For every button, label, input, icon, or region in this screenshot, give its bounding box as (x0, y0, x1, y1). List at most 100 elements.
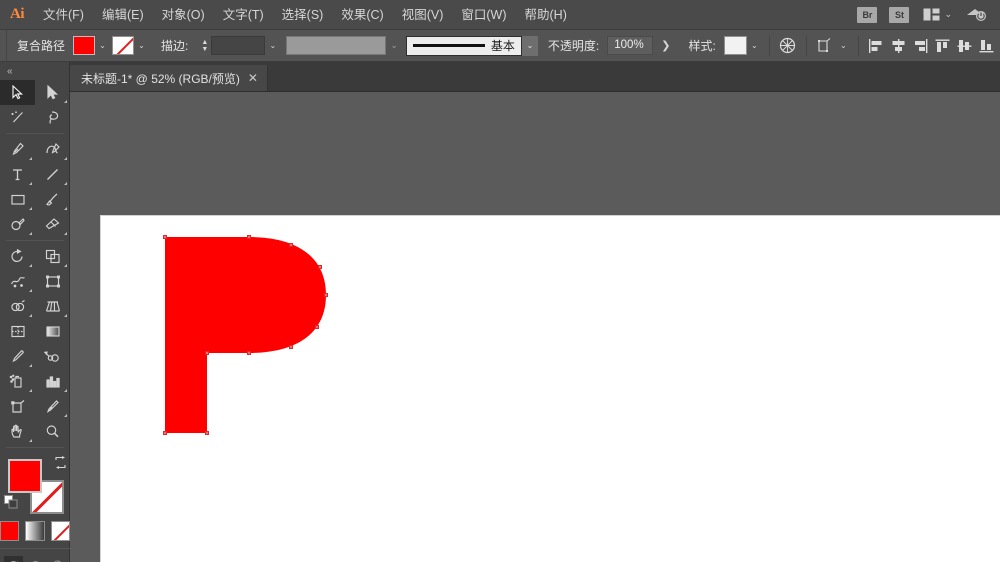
brush-dropdown-chevron-icon[interactable]: ⌄ (522, 36, 538, 56)
anchor-point[interactable] (247, 351, 251, 355)
pen-tool[interactable] (0, 137, 35, 162)
gradient-button[interactable] (25, 521, 44, 541)
shape-builder-tool[interactable] (0, 294, 35, 319)
anchor-point[interactable] (247, 235, 251, 239)
anchor-point[interactable] (289, 345, 293, 349)
selection-tool[interactable] (0, 80, 35, 105)
bridge-button[interactable]: Br (857, 7, 877, 23)
opacity-input[interactable]: 100% (607, 36, 653, 55)
stroke-dropdown-chevron-icon[interactable]: ⌄ (134, 36, 149, 55)
mesh-tool[interactable] (0, 319, 35, 344)
anchor-point[interactable] (163, 431, 167, 435)
letter-p-artwork[interactable] (163, 235, 343, 445)
menu-file[interactable]: 文件(F) (34, 0, 93, 30)
magic-wand-tool[interactable] (0, 105, 35, 130)
recolor-artwork-icon[interactable] (777, 34, 799, 58)
style-dropdown-chevron-icon[interactable]: ⌄ (747, 36, 762, 55)
width-tool[interactable] (0, 269, 35, 294)
line-segment-tool[interactable] (35, 162, 70, 187)
control-bar-divider-3 (858, 36, 859, 56)
column-graph-tool[interactable] (35, 369, 70, 394)
variable-width-chevron-icon[interactable]: ⌄ (390, 40, 398, 51)
align-vertical-center-icon[interactable] (954, 34, 976, 58)
artboard-tool[interactable] (0, 394, 35, 419)
scale-tool[interactable] (35, 244, 70, 269)
align-top-icon[interactable] (932, 34, 954, 58)
toolbar-fill-swatch[interactable] (8, 459, 42, 493)
menu-effect[interactable]: 效果(C) (332, 0, 392, 30)
graphic-style-swatch[interactable] (724, 36, 747, 55)
fill-dropdown-chevron-icon[interactable]: ⌄ (95, 36, 110, 55)
perspective-grid-tool[interactable] (35, 294, 70, 319)
variable-width-profile-dropdown[interactable] (286, 36, 386, 55)
stroke-weight-input[interactable] (211, 36, 265, 55)
swap-fill-stroke-icon[interactable] (54, 456, 67, 474)
menu-bar-right-tools: Br St ⌄ (851, 6, 1000, 23)
canvas-area[interactable] (70, 92, 1000, 562)
transform-chevron-icon[interactable]: ⌄ (836, 36, 851, 55)
rotate-tool[interactable] (0, 244, 35, 269)
anchor-point[interactable] (205, 431, 209, 435)
gradient-tool[interactable] (35, 319, 70, 344)
eraser-tool[interactable] (35, 212, 70, 237)
slice-tool[interactable] (35, 394, 70, 419)
menu-edit[interactable]: 编辑(E) (93, 0, 153, 30)
document-tab[interactable]: 未标题-1* @ 52% (RGB/预览) ✕ (70, 65, 268, 91)
menu-view[interactable]: 视图(V) (393, 0, 453, 30)
direct-selection-tool[interactable] (35, 80, 70, 105)
stroke-color-swatch[interactable] (112, 36, 134, 55)
artboard[interactable] (100, 215, 1000, 562)
curvature-tool[interactable] (35, 137, 70, 162)
close-icon[interactable]: ✕ (248, 72, 258, 84)
blend-tool[interactable] (35, 344, 70, 369)
draw-normal-button[interactable] (4, 556, 23, 562)
stroke-weight-chevron-icon[interactable]: ⌄ (265, 36, 280, 55)
menu-select[interactable]: 选择(S) (273, 0, 333, 30)
menu-object[interactable]: 对象(O) (153, 0, 214, 30)
menu-window[interactable]: 窗口(W) (452, 0, 515, 30)
free-transform-tool[interactable] (35, 269, 70, 294)
tool-flyout-indicator (29, 314, 32, 317)
align-bottom-icon[interactable] (976, 34, 998, 58)
zoom-tool[interactable] (35, 419, 70, 444)
anchor-point[interactable] (324, 293, 328, 297)
tool-flyout-indicator (64, 157, 67, 160)
draw-inside-button[interactable] (48, 556, 67, 562)
symbol-sprayer-tool[interactable] (0, 369, 35, 394)
align-horizontal-center-icon[interactable] (888, 34, 910, 58)
type-tool[interactable] (0, 162, 35, 187)
anchor-point[interactable] (289, 243, 293, 247)
align-left-icon[interactable] (866, 34, 888, 58)
stroke-weight-stepper[interactable]: ▲▼ (198, 36, 211, 56)
paintbrush-tool[interactable] (35, 187, 70, 212)
transform-panel-icon[interactable] (814, 34, 836, 58)
opacity-expand-arrow-icon[interactable]: ❯ (653, 39, 678, 52)
brush-definition-dropdown[interactable]: 基本 (406, 36, 522, 56)
hand-tool[interactable] (0, 419, 35, 444)
arrange-documents-icon[interactable]: ⌄ (923, 8, 952, 21)
color-button[interactable] (0, 521, 19, 541)
eyedropper-tool[interactable] (0, 344, 35, 369)
search-adobe-stock-icon[interactable] (966, 6, 988, 23)
shaper-tool[interactable] (0, 212, 35, 237)
anchor-point[interactable] (318, 265, 322, 269)
menu-type[interactable]: 文字(T) (214, 0, 273, 30)
anchor-point[interactable] (205, 351, 209, 355)
none-button[interactable] (51, 521, 70, 541)
default-fill-stroke-icon[interactable] (4, 495, 18, 514)
lasso-tool[interactable] (35, 105, 70, 130)
fill-color-swatch[interactable] (73, 36, 95, 55)
align-right-icon[interactable] (910, 34, 932, 58)
anchor-point[interactable] (163, 235, 167, 239)
stock-button[interactable]: St (889, 7, 909, 23)
fill-swatch-group[interactable]: ⌄ (73, 36, 110, 55)
draw-behind-button[interactable] (26, 556, 45, 562)
rectangle-tool[interactable] (0, 187, 35, 212)
menu-help[interactable]: 帮助(H) (516, 0, 576, 30)
control-bar-grip[interactable] (0, 30, 7, 62)
stroke-swatch-group[interactable]: ⌄ (112, 36, 149, 55)
letter-p-path[interactable] (163, 235, 343, 450)
collapse-toolbar-icon[interactable]: « (0, 62, 69, 80)
anchor-point[interactable] (315, 325, 319, 329)
chevron-down-icon[interactable]: ⌄ (944, 9, 952, 20)
